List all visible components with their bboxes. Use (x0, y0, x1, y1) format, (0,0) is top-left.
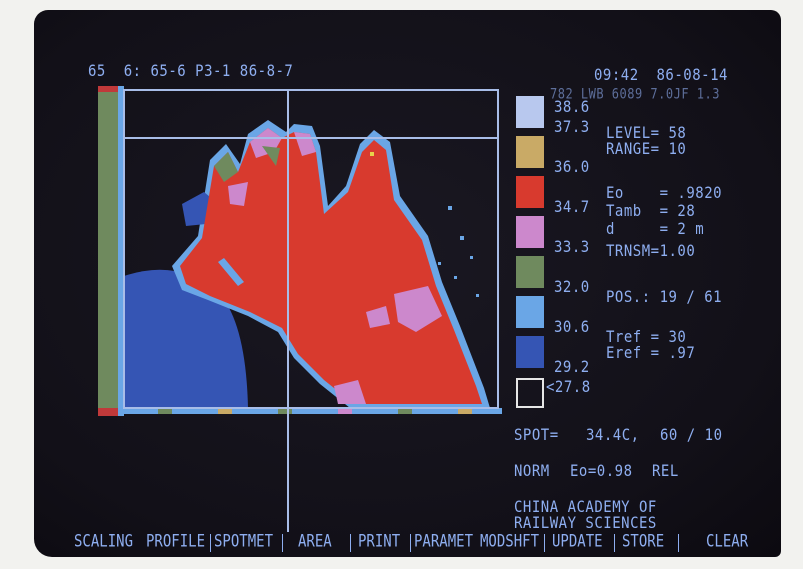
trnsm-readout: TRNSM=1.00 (606, 242, 696, 261)
menu-separator (350, 534, 351, 552)
scale-swatch-empty (516, 378, 544, 408)
menu-update[interactable]: UPDATE (552, 532, 603, 551)
scale-label-8: 29.2 (554, 358, 590, 377)
scale-label-7: 30.6 (554, 318, 590, 337)
photo-frame: 65 6: 65-6 P3-1 86-8-7 09:42 86-08-14 78… (0, 0, 803, 569)
eo-readout: Eo = .9820 (606, 184, 723, 203)
mode-eo-readout: Eo=0.98 (570, 462, 633, 481)
scale-swatch-6 (516, 296, 544, 328)
menu-paramet[interactable]: PARAMET (414, 532, 473, 551)
scale-swatch-1 (516, 96, 544, 128)
scale-label-4: 34.7 (554, 198, 590, 217)
menu-separator (410, 534, 411, 552)
menu-clear[interactable]: CLEAR (706, 532, 748, 551)
vertical-cursor-line[interactable] (287, 416, 289, 532)
pos-readout: POS.: 19 / 61 (606, 288, 723, 307)
scale-swatch-2 (516, 136, 544, 168)
menu-area[interactable]: AREA (298, 532, 332, 551)
tamb-readout: Tamb = 28 (606, 202, 696, 221)
menu-profile[interactable]: PROFILE (146, 532, 205, 551)
distance-readout: d = 2 m (606, 220, 705, 239)
norm-mode-label: NORM (514, 462, 550, 481)
menu-separator (544, 534, 545, 552)
spot-temperature: 34.4C, (586, 426, 640, 445)
menu-print[interactable]: PRINT (358, 532, 400, 551)
menu-separator (282, 534, 283, 552)
thermal-image-panel[interactable] (98, 86, 502, 416)
scale-swatch-4 (516, 216, 544, 248)
menu-spotmet[interactable]: SPOTMET (214, 532, 273, 551)
scale-label-3: 36.0 (554, 158, 590, 177)
spot-coordinates: 60 / 10 (660, 426, 723, 445)
range-readout: RANGE= 10 (606, 140, 687, 159)
function-menu-bar: SCALING PROFILE SPOTMET AREA PRINT PARAM… (74, 532, 764, 556)
scale-swatch-3 (516, 176, 544, 208)
scale-label-5: 33.3 (554, 238, 590, 257)
menu-separator (210, 534, 211, 552)
menu-store[interactable]: STORE (622, 532, 664, 551)
scale-swatch-7 (516, 336, 544, 368)
eref-readout: Eref = .97 (606, 344, 696, 363)
scale-label-2: 37.3 (554, 118, 590, 137)
monitor-screen: 65 6: 65-6 P3-1 86-8-7 09:42 86-08-14 78… (34, 10, 781, 557)
institution-line-2: RAILWAY SCIENCES (514, 514, 657, 533)
menu-scaling[interactable]: SCALING (74, 532, 133, 551)
spot-label: SPOT= (514, 426, 559, 445)
scale-swatch-5 (516, 256, 544, 288)
rel-mode-label: REL (652, 462, 679, 481)
time-date-readout: 09:42 86-08-14 (594, 66, 728, 85)
menu-separator (678, 534, 679, 552)
hand-thermogram-icon (98, 86, 502, 416)
scale-label-6: 32.0 (554, 278, 590, 297)
image-file-label: 65 6: 65-6 P3-1 86-8-7 (88, 62, 294, 81)
scale-label-1: 38.6 (554, 98, 590, 117)
menu-separator (614, 534, 615, 552)
scale-label-9: <27.8 (546, 378, 591, 397)
menu-modshft[interactable]: MODSHFT (480, 532, 539, 551)
